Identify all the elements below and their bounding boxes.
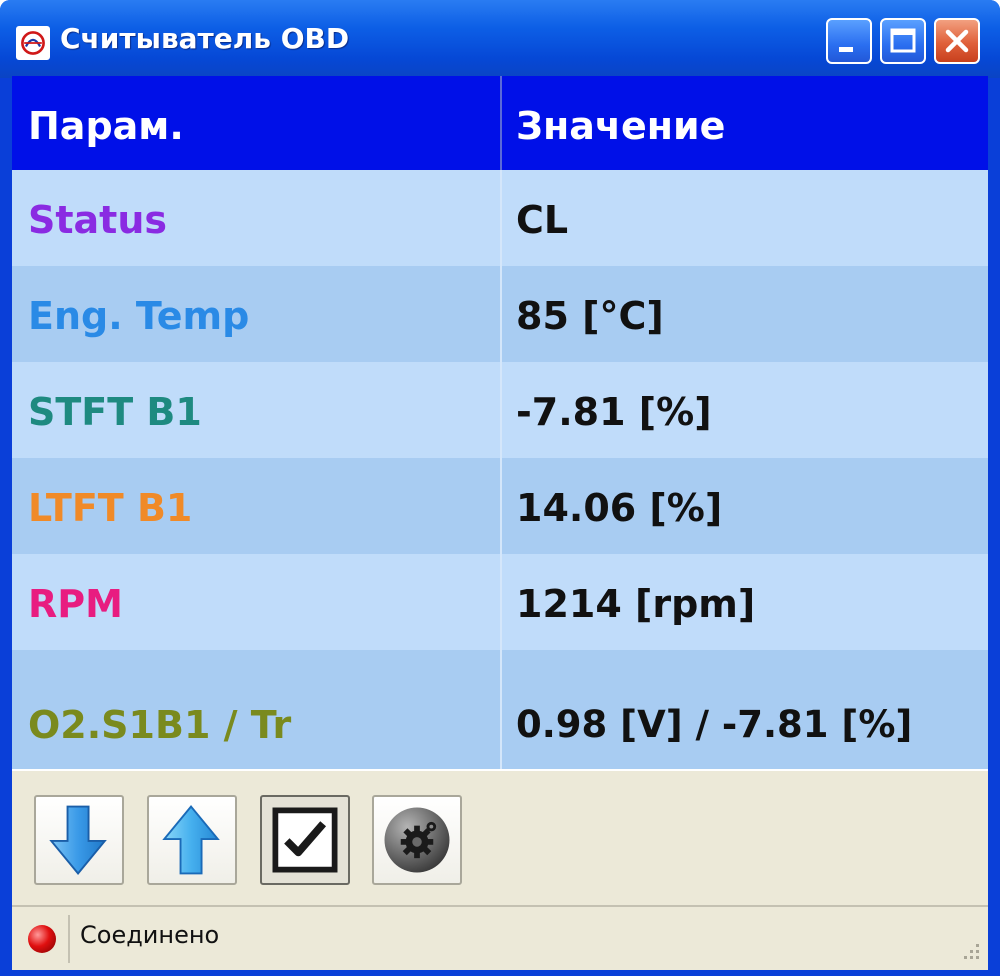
value-cell: -7.81 [%] xyxy=(516,390,712,434)
client-area: Парам. Значение Status CL Eng. Temp 85 [… xyxy=(12,76,988,970)
param-cell: Status xyxy=(28,198,168,242)
value-cell: 85 [°C] xyxy=(516,294,664,338)
arrow-down-icon xyxy=(49,805,107,875)
column-divider[interactable] xyxy=(500,170,502,769)
scroll-up-button[interactable] xyxy=(147,795,237,885)
maximize-icon xyxy=(890,28,916,53)
minimize-icon xyxy=(839,47,853,52)
close-button[interactable] xyxy=(934,18,980,64)
maximize-button[interactable] xyxy=(880,18,926,64)
param-cell: Eng. Temp xyxy=(28,294,250,338)
parameter-grid[interactable]: Парам. Значение Status CL Eng. Temp 85 [… xyxy=(12,76,988,769)
header-divider[interactable] xyxy=(500,76,502,170)
status-divider xyxy=(68,915,70,963)
value-cell: CL xyxy=(516,198,569,242)
checkmark-icon xyxy=(272,807,338,873)
title-bar[interactable]: Считыватель OBD xyxy=(0,0,1000,78)
status-bar: Соединено xyxy=(12,905,988,970)
window-title: Считыватель OBD xyxy=(60,22,350,55)
app-window: Считыватель OBD Парам. Значение Status C… xyxy=(0,0,1000,976)
param-cell: LTFT B1 xyxy=(28,486,193,530)
toolbar xyxy=(12,769,988,905)
column-header-param[interactable]: Парам. xyxy=(28,76,184,170)
column-header-value[interactable]: Значение xyxy=(516,76,725,170)
gear-icon xyxy=(384,807,450,873)
resize-grip-icon[interactable] xyxy=(958,940,982,964)
value-cell: 14.06 [%] xyxy=(516,486,723,530)
select-parameters-button[interactable] xyxy=(260,795,350,885)
param-cell: RPM xyxy=(28,582,123,626)
settings-button[interactable] xyxy=(372,795,462,885)
minimize-button[interactable] xyxy=(826,18,872,64)
arrow-up-icon xyxy=(162,805,220,875)
app-logo-icon[interactable] xyxy=(16,26,50,60)
close-icon xyxy=(945,29,969,53)
grid-header: Парам. Значение xyxy=(12,76,988,170)
status-text: Соединено xyxy=(80,921,220,949)
connection-indicator-icon xyxy=(28,925,56,953)
value-cell: 1214 [rpm] xyxy=(516,582,756,626)
param-cell: STFT B1 xyxy=(28,390,202,434)
scroll-down-button[interactable] xyxy=(34,795,124,885)
